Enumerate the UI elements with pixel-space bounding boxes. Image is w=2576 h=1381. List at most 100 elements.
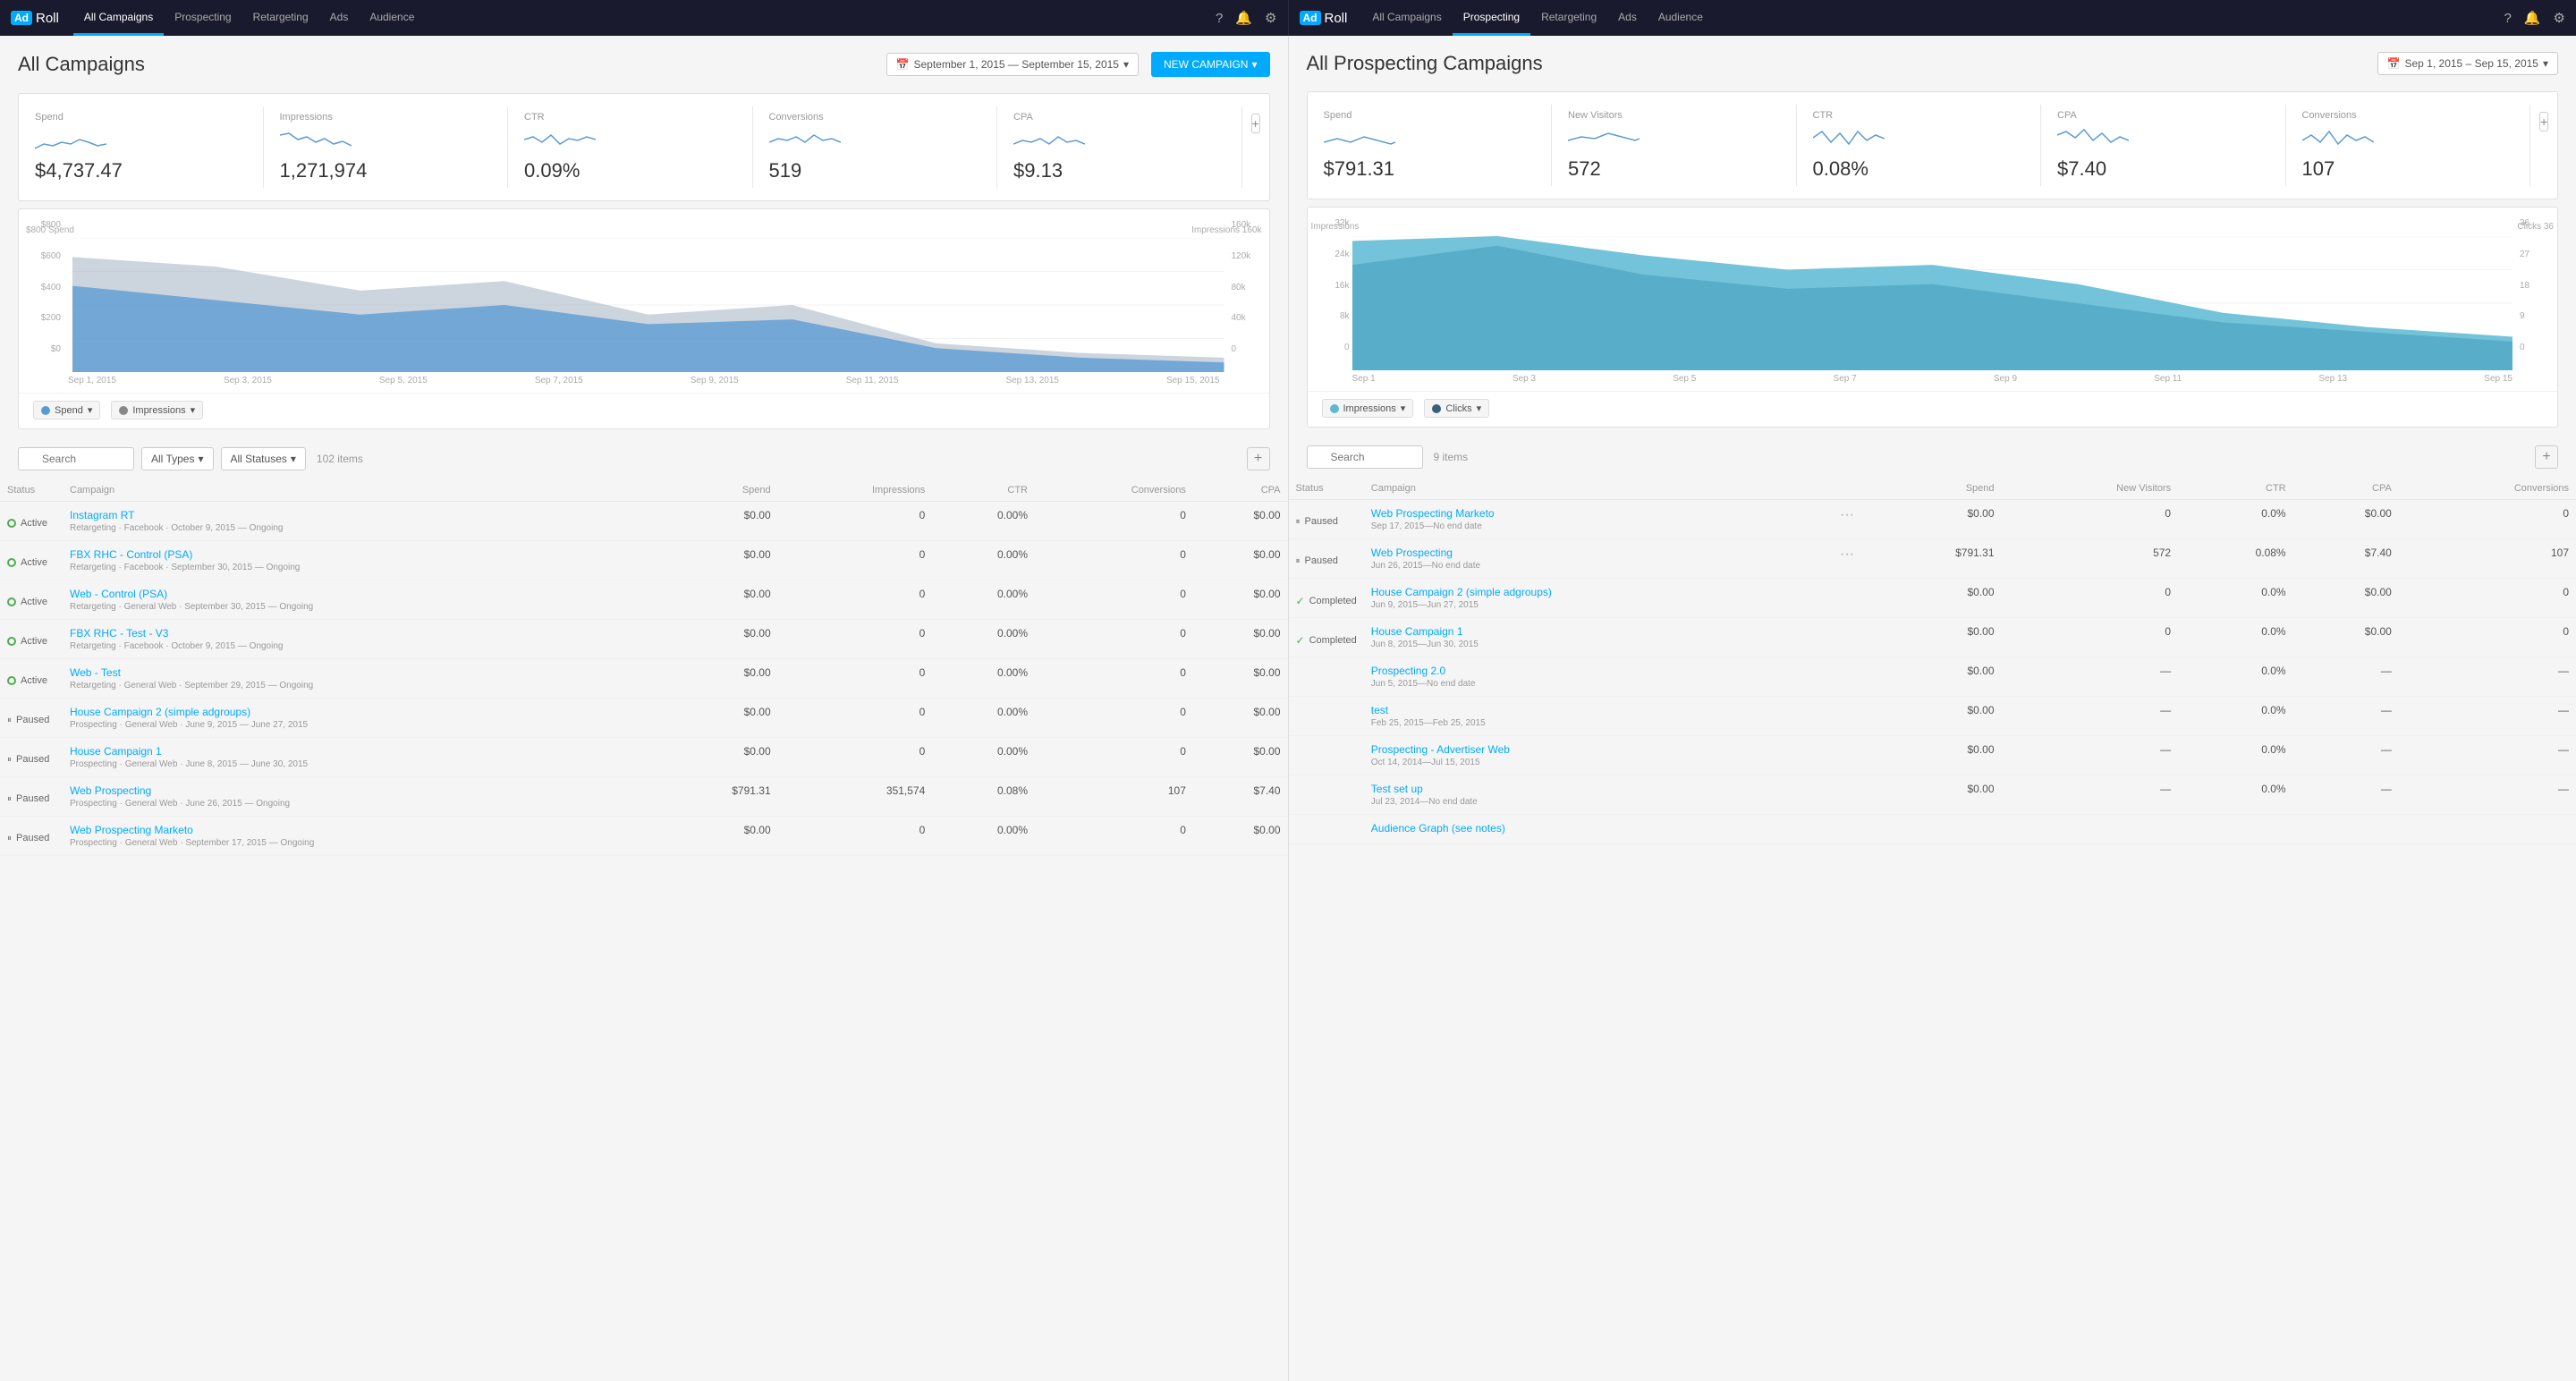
add-metric-button-left[interactable]: + [1251,114,1260,133]
campaign-name[interactable]: Prospecting - Advertiser Web [1371,743,1510,756]
filter-type-button[interactable]: All Types ▾ [141,447,214,470]
search-input-right[interactable] [1307,445,1423,469]
adroll-logo: AdRoll [1300,11,1348,26]
table-row: ✓CompletedHouse Campaign 1Jun 8, 2015—Ju… [1289,618,2576,657]
bell-icon[interactable]: 🔔 [2524,10,2541,26]
campaign-name[interactable]: Web Prospecting Marketo [70,824,648,836]
chart-y-axis-left-right: 32k24k16k8k0 [1308,218,1357,352]
campaign-name[interactable]: FBX RHC - Control (PSA) [70,548,648,561]
cell-value [2178,815,2293,844]
cell-value: — [2002,736,2179,775]
row-actions-button[interactable]: ··· [1836,507,1858,523]
cell-value: 0.00% [932,580,1035,620]
campaign-name[interactable]: Instagram RT [70,509,648,521]
legend-impressions[interactable]: Impressions ▾ [111,401,203,419]
campaign-name[interactable]: House Campaign 2 (simple adgroups) [1371,586,1552,598]
campaign-name[interactable]: Prospecting 2.0 [1371,665,1476,677]
chart-svg-left [72,238,1224,372]
add-row-button-right[interactable]: + [2535,445,2558,469]
nav-link-retargeting[interactable]: Retargeting [1530,0,1607,36]
cell-value: 0.0% [2178,579,2293,618]
chart-y-axis-right-right: 36271890 [2512,218,2557,352]
cell-value: $0.00 [1193,738,1288,777]
filter-status-button[interactable]: All Statuses ▾ [221,447,306,470]
cell-value [2002,815,2179,844]
nav-link-all-campaigns[interactable]: All Campaigns [73,0,164,36]
nav-link-prospecting[interactable]: Prospecting [1453,0,1530,36]
legend-impressions-right[interactable]: Impressions ▾ [1322,399,1414,418]
status-text: Paused [16,833,49,843]
table-row: Audience Graph (see notes) [1289,815,2576,844]
cell-value: 0.00% [932,620,1035,659]
campaign-name[interactable]: test [1371,704,1486,716]
chevron-down-icon-left: ▾ [1123,58,1129,71]
cell-value: — [2293,697,2399,736]
metric-conversions-right: Conversions 107 [2286,105,2531,186]
nav-link-ads[interactable]: Ads [319,0,360,36]
campaign-name[interactable]: Web - Control (PSA) [70,588,648,600]
cell-value: 351,574 [778,777,933,817]
table-row: Prospecting 2.0Jun 5, 2015—No end date$0… [1289,657,2576,697]
nav-link-retargeting[interactable]: Retargeting [242,0,319,36]
table-row: ActiveFBX RHC - Test - V3Retargeting · F… [0,620,1288,659]
table-row: Test set upJul 23, 2014—No end date$0.00… [1289,775,2576,815]
chart-y-axis-right: 160k120k80k40k0 [1224,220,1269,354]
legend-spend[interactable]: Spend ▾ [33,401,100,419]
bell-icon[interactable]: 🔔 [1235,10,1252,26]
add-metric-button-right[interactable]: + [2539,112,2548,131]
cell-value: — [2002,657,2179,697]
nav-link-audience[interactable]: Audience [359,0,425,36]
col-cpa-left: CPA [1193,479,1288,502]
calendar-icon-right: 📅 [2387,57,2401,70]
add-row-button-left[interactable]: + [1247,447,1270,470]
campaign-name[interactable]: House Campaign 2 (simple adgroups) [70,706,648,718]
campaign-name[interactable]: Web Prospecting Marketo [1371,507,1495,520]
campaign-name[interactable]: Audience Graph (see notes) [1371,822,1505,835]
campaign-name[interactable]: House Campaign 1 [70,745,648,758]
gear-icon[interactable]: ⚙ [1265,10,1276,26]
cell-value: 107 [1035,777,1193,817]
help-icon[interactable]: ? [1216,11,1223,26]
col-ctr-left: CTR [932,479,1035,502]
status-indicator [7,597,16,606]
cell-value: 572 [2002,539,2179,579]
new-campaign-button[interactable]: NEW CAMPAIGN ▾ [1151,52,1269,77]
col-status-right: Status [1289,478,1364,500]
campaign-name[interactable]: Test set up [1371,783,1478,795]
nav-link-all-campaigns[interactable]: All Campaigns [1361,0,1452,36]
campaign-name[interactable]: House Campaign 1 [1371,625,1479,638]
campaign-name[interactable]: Web Prospecting [70,784,648,797]
metrics-row-left: Spend $4,737.47 Impressions 1,271,974 CT… [18,93,1270,201]
status-text: Active [21,518,47,529]
pause-icon: ⏸ [1296,556,1301,566]
date-range-button-left[interactable]: 📅 September 1, 2015 — September 15, 2015… [886,53,1139,76]
status-text: Completed [1309,635,1357,646]
campaign-name[interactable]: Web Prospecting [1371,546,1480,559]
cell-value: $0.00 [656,817,777,856]
table-row: ⏸PausedWeb ProspectingProspecting · Gene… [0,777,1288,817]
legend-clicks-right[interactable]: Clicks ▾ [1424,399,1489,418]
date-range-button-right[interactable]: 📅 Sep 1, 2015 – Sep 15, 2015 ▾ [2377,52,2558,75]
nav-link-prospecting[interactable]: Prospecting [164,0,242,36]
search-input-left[interactable] [18,447,134,470]
cell-value: $0.00 [1193,817,1288,856]
table-row: ⏸PausedHouse Campaign 2 (simple adgroups… [0,699,1288,738]
row-actions-button[interactable]: ··· [1836,546,1858,563]
ctr-sparkline [524,126,596,153]
help-icon[interactable]: ? [2504,11,2512,26]
cell-value [2399,815,2576,844]
new-campaign-label: NEW CAMPAIGN [1164,58,1248,71]
nav-link-audience[interactable]: Audience [1648,0,1714,36]
cell-value: $0.00 [1865,618,2002,657]
nav-link-ads[interactable]: Ads [1607,0,1648,36]
col-spend-right: Spend [1865,478,2002,500]
campaign-sub: Oct 14, 2014—Jul 15, 2015 [1371,758,1510,767]
items-count-left: 102 items [317,453,363,465]
gear-icon[interactable]: ⚙ [2554,10,2565,26]
pause-icon: ⏸ [1296,517,1301,527]
table-controls-right: 🔍 9 items + [1289,436,2576,478]
campaign-name[interactable]: FBX RHC - Test - V3 [70,627,648,640]
date-range-text-left: September 1, 2015 — September 15, 2015 [914,58,1119,71]
campaign-name[interactable]: Web - Test [70,666,648,679]
col-campaign-left: Campaign [63,479,656,502]
